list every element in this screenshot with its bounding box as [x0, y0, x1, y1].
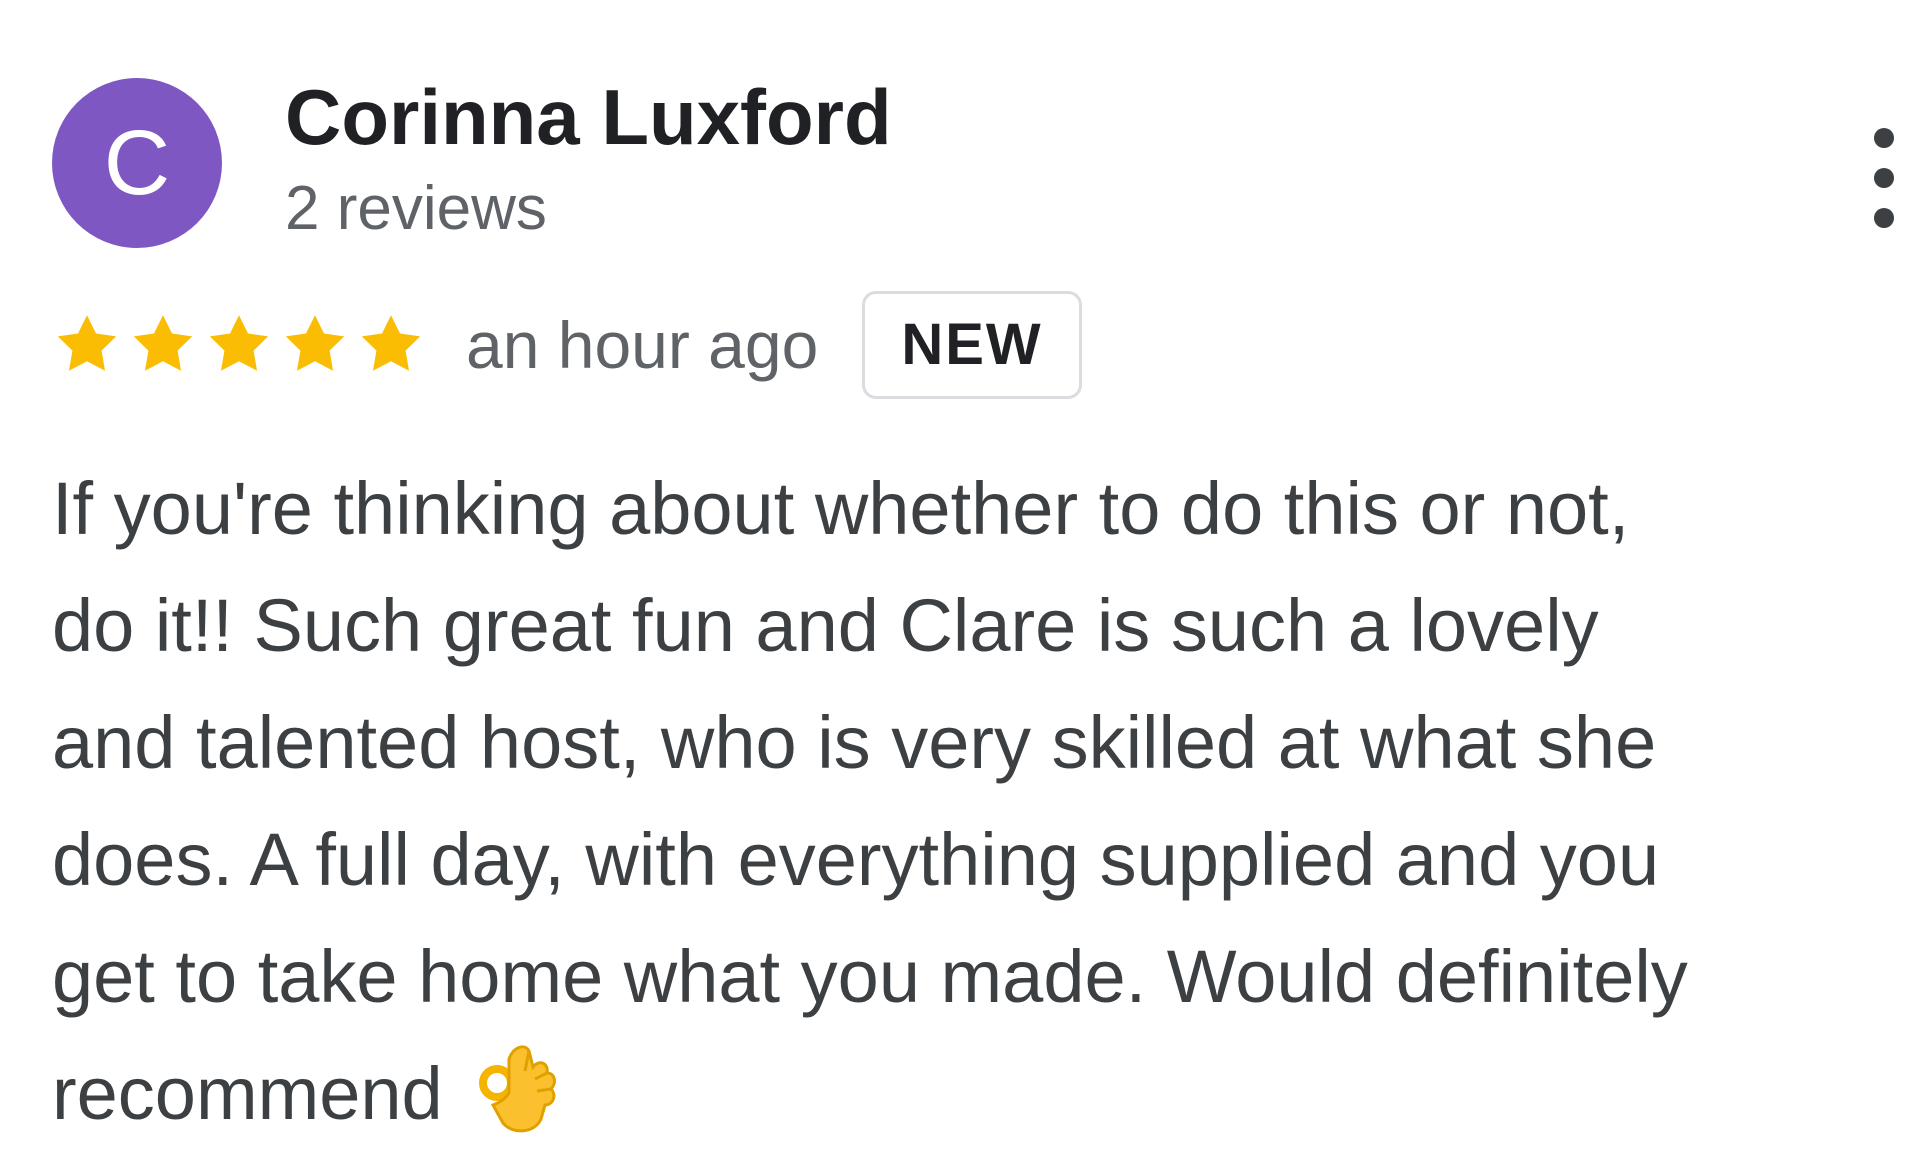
review-text-line: If you're thinking about whether to do t… [52, 467, 1630, 550]
more-vert-icon [1874, 208, 1894, 228]
review-text: If you're thinking about whether to do t… [52, 450, 1912, 1152]
review-time: an hour ago [466, 308, 819, 382]
review-text-line: get to take home what you made. Would de… [52, 935, 1688, 1018]
star-icon [280, 310, 350, 380]
ok-hand-icon [473, 1039, 561, 1139]
star-icon [356, 310, 426, 380]
review-text-last-line: recommend [52, 1035, 1912, 1152]
star-icon [128, 310, 198, 380]
avatar[interactable]: C [52, 78, 222, 248]
more-vert-icon [1874, 168, 1894, 188]
review-count: 2 reviews [285, 174, 547, 243]
new-badge: NEW [862, 291, 1082, 399]
review-text-line: do it!! Such great fun and Clare is such… [52, 584, 1599, 667]
rating-row: an hour ago NEW [52, 290, 1082, 400]
star-rating [52, 310, 426, 380]
star-icon [52, 310, 122, 380]
author-name[interactable]: Corinna Luxford [285, 78, 892, 156]
more-vert-icon [1874, 128, 1894, 148]
avatar-initial: C [103, 112, 171, 214]
review-text-line: and talented host, who is very skilled a… [52, 701, 1657, 784]
review-text-line: recommend [52, 1052, 443, 1135]
star-icon [204, 310, 274, 380]
review-text-line: does. A full day, with everything suppli… [52, 818, 1660, 901]
more-options-button[interactable] [1856, 128, 1912, 228]
review-card: C Corinna Luxford 2 reviews an hour ago … [0, 0, 1920, 1162]
